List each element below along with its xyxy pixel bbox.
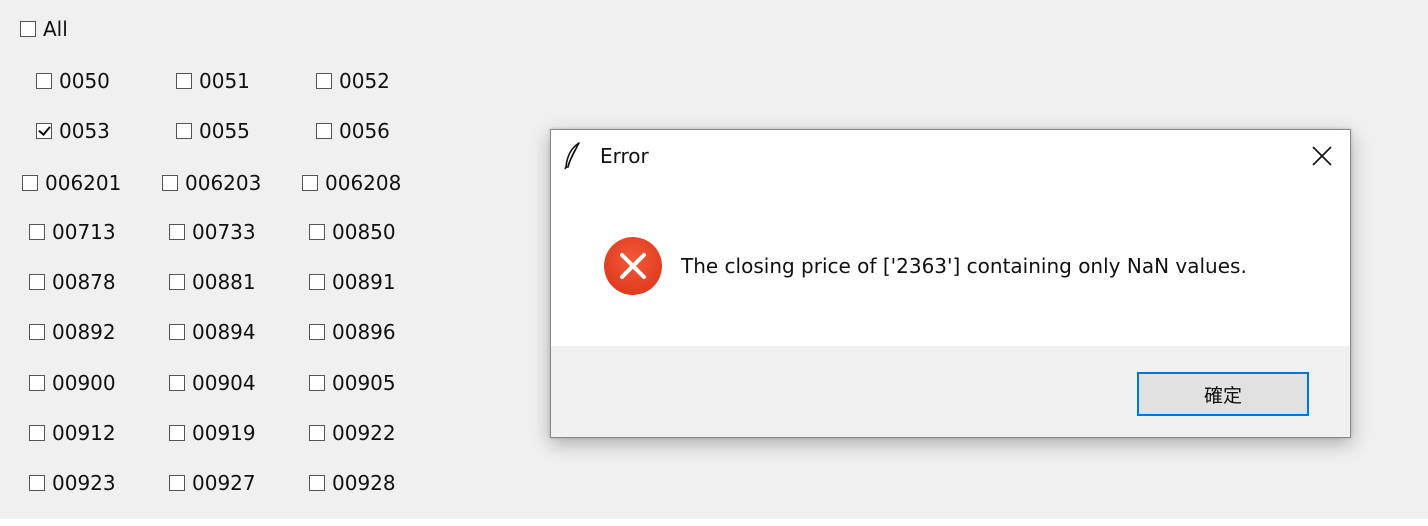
checkbox-label: 00923 — [52, 471, 116, 495]
checkbox-label: 00912 — [52, 421, 116, 445]
checkbox-label: 00896 — [332, 320, 396, 344]
checkbox-label: 00928 — [332, 471, 396, 495]
checkbox-label: 00733 — [192, 220, 256, 244]
checkbox-box[interactable] — [36, 123, 52, 139]
checkbox-006208[interactable]: 006208 — [302, 170, 401, 196]
checkbox-box[interactable] — [309, 324, 325, 340]
checkbox-label: 0053 — [59, 119, 110, 143]
checkbox-box[interactable] — [162, 175, 178, 191]
checkbox-0053[interactable]: 0053 — [36, 118, 110, 144]
checkbox-label: 00850 — [332, 220, 396, 244]
checkbox-label: 00922 — [332, 421, 396, 445]
checkbox-006203[interactable]: 006203 — [162, 170, 261, 196]
checkbox-all[interactable]: All — [20, 16, 68, 42]
checkbox-00905[interactable]: 00905 — [309, 370, 396, 396]
checkbox-box[interactable] — [169, 324, 185, 340]
checkbox-00927[interactable]: 00927 — [169, 470, 256, 496]
checkbox-box[interactable] — [176, 73, 192, 89]
checkbox-label: 00881 — [192, 270, 256, 294]
checkbox-box[interactable] — [36, 73, 52, 89]
checkbox-label: 006203 — [185, 171, 262, 195]
checkbox-label: 006208 — [325, 171, 402, 195]
close-icon — [1312, 146, 1332, 166]
checkbox-box[interactable] — [316, 73, 332, 89]
checkbox-label: 00904 — [192, 371, 256, 395]
ok-button-label: 確定 — [1203, 384, 1242, 407]
checkbox-box[interactable] — [169, 274, 185, 290]
checkbox-box[interactable] — [316, 123, 332, 139]
checkbox-00928[interactable]: 00928 — [309, 470, 396, 496]
checkbox-00892[interactable]: 00892 — [29, 319, 116, 345]
dialog-titlebar[interactable]: Error — [551, 130, 1350, 182]
checkbox-box[interactable] — [20, 21, 36, 37]
checkbox-label: 00891 — [332, 270, 396, 294]
checkbox-label: 0051 — [199, 69, 250, 93]
checkbox-label: 00919 — [192, 421, 256, 445]
dialog-title: Error — [600, 144, 649, 168]
checkbox-box[interactable] — [169, 224, 185, 240]
checkbox-00894[interactable]: 00894 — [169, 319, 256, 345]
checkbox-box[interactable] — [309, 224, 325, 240]
checkbox-label: 00900 — [52, 371, 116, 395]
error-icon — [603, 236, 663, 296]
checkbox-box[interactable] — [29, 324, 45, 340]
checkbox-label: 00894 — [192, 320, 256, 344]
checkbox-00912[interactable]: 00912 — [29, 420, 116, 446]
checkbox-label: 00892 — [52, 320, 116, 344]
checkbox-00900[interactable]: 00900 — [29, 370, 116, 396]
checkbox-label: 00878 — [52, 270, 116, 294]
checkbox-box[interactable] — [176, 123, 192, 139]
dialog-body: The closing price of ['2363'] containing… — [551, 182, 1350, 346]
checkbox-00878[interactable]: 00878 — [29, 269, 116, 295]
ok-button[interactable]: 確定 — [1137, 372, 1309, 416]
dialog-footer: 確定 — [551, 346, 1350, 437]
checkbox-box[interactable] — [309, 274, 325, 290]
checkbox-box[interactable] — [309, 375, 325, 391]
checkbox-label: 0052 — [339, 69, 390, 93]
checkbox-0051[interactable]: 0051 — [176, 68, 250, 94]
feather-icon — [563, 142, 583, 170]
checkbox-box[interactable] — [29, 375, 45, 391]
checkbox-label: 00713 — [52, 220, 116, 244]
checkbox-0050[interactable]: 0050 — [36, 68, 110, 94]
checkbox-0052[interactable]: 0052 — [316, 68, 390, 94]
checkbox-label: 0050 — [59, 69, 110, 93]
checkbox-label: 0056 — [339, 119, 390, 143]
checkbox-label: 00927 — [192, 471, 256, 495]
checkbox-00896[interactable]: 00896 — [309, 319, 396, 345]
checkbox-00923[interactable]: 00923 — [29, 470, 116, 496]
checkbox-box[interactable] — [29, 475, 45, 491]
checkbox-box[interactable] — [22, 175, 38, 191]
checkbox-006201[interactable]: 006201 — [22, 170, 121, 196]
error-message: The closing price of ['2363'] containing… — [681, 254, 1247, 278]
checkbox-box[interactable] — [309, 425, 325, 441]
checkbox-00922[interactable]: 00922 — [309, 420, 396, 446]
checkbox-00904[interactable]: 00904 — [169, 370, 256, 396]
checkbox-box[interactable] — [309, 475, 325, 491]
checkbox-00713[interactable]: 00713 — [29, 219, 116, 245]
close-button[interactable] — [1294, 130, 1350, 182]
checkbox-box[interactable] — [169, 375, 185, 391]
checkbox-00891[interactable]: 00891 — [309, 269, 396, 295]
checkbox-00850[interactable]: 00850 — [309, 219, 396, 245]
checkbox-0056[interactable]: 0056 — [316, 118, 390, 144]
checkbox-label: 00905 — [332, 371, 396, 395]
checkbox-label: All — [43, 17, 68, 41]
checkbox-00919[interactable]: 00919 — [169, 420, 256, 446]
checkbox-box[interactable] — [302, 175, 318, 191]
checkbox-00881[interactable]: 00881 — [169, 269, 256, 295]
checkbox-box[interactable] — [29, 224, 45, 240]
checkbox-box[interactable] — [169, 425, 185, 441]
checkbox-box[interactable] — [29, 274, 45, 290]
checkbox-00733[interactable]: 00733 — [169, 219, 256, 245]
checkbox-box[interactable] — [169, 475, 185, 491]
checkbox-box[interactable] — [29, 425, 45, 441]
checkbox-label: 0055 — [199, 119, 250, 143]
error-dialog: Error The closing price of ['2363'] cont… — [550, 129, 1351, 438]
checkbox-label: 006201 — [45, 171, 122, 195]
checkbox-0055[interactable]: 0055 — [176, 118, 250, 144]
